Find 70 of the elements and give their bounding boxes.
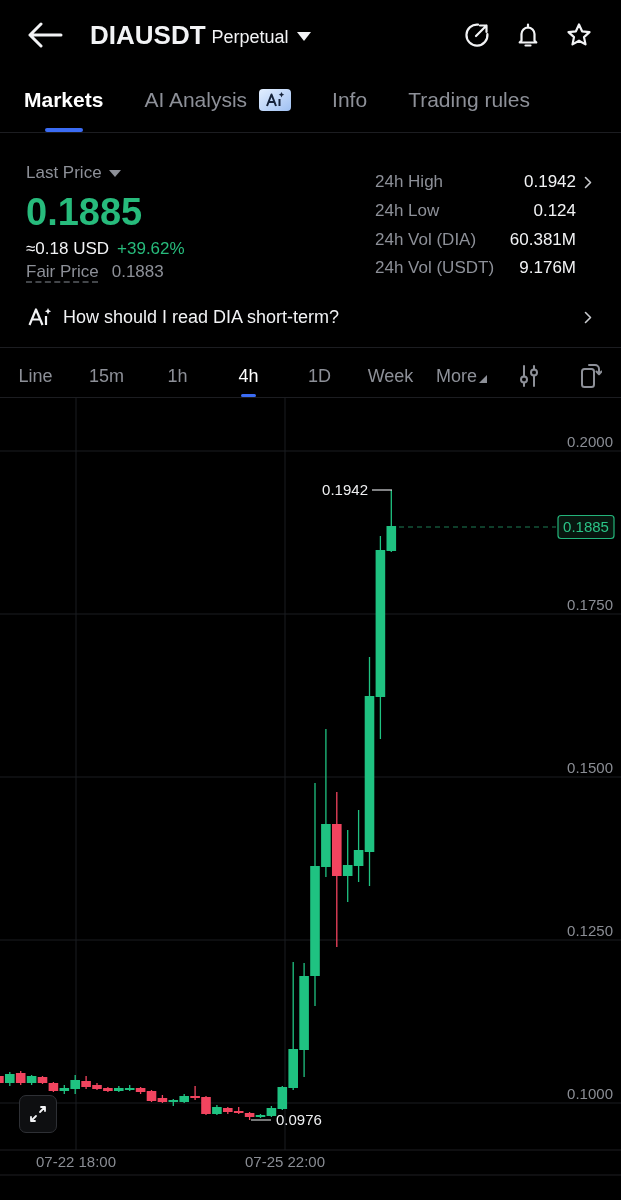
stat-label: 24h Low — [375, 201, 440, 222]
chevron-right-icon — [584, 310, 592, 324]
caret-down-icon — [296, 32, 311, 41]
fair-price-label[interactable]: Fair Price — [26, 261, 99, 283]
expand-button[interactable] — [19, 1095, 57, 1133]
stat-value: 0.1942 — [524, 172, 576, 193]
falling-candle — [0, 1076, 4, 1083]
interval-tab[interactable]: 1h — [167, 364, 188, 388]
rising-candle — [5, 1071, 15, 1087]
share-icon[interactable] — [464, 22, 490, 48]
low-price-label: 0.0976 — [276, 1111, 322, 1128]
time-axis-label: 07-25 22:00 — [244, 1153, 326, 1170]
expand-icon — [28, 1104, 48, 1124]
rising-candle — [179, 1093, 189, 1104]
tab[interactable]: Info — [332, 87, 368, 113]
stat-value: 60.381M — [509, 229, 576, 250]
interval-tab[interactable]: Week — [367, 364, 414, 388]
ai-prompt-button[interactable]: How should I read DIA short-term? — [26, 295, 592, 339]
falling-candle — [15, 1070, 26, 1086]
price-axis-label: 0.1000 — [567, 1085, 613, 1102]
chevron-right-icon[interactable] — [584, 175, 592, 189]
interval-indicator — [241, 394, 256, 397]
falling-candle — [233, 1106, 244, 1115]
time-axis-label: 07-22 18:00 — [35, 1153, 117, 1170]
ai-sparkle-icon — [28, 307, 52, 327]
interval-tab[interactable]: 4h — [238, 364, 259, 388]
low-price-leader — [250, 1119, 272, 1121]
price-axis-label: 0.1500 — [567, 759, 613, 776]
tab[interactable]: Markets — [24, 87, 104, 113]
high-price-label: 0.1942 — [322, 481, 368, 498]
price-axis-label: 0.2000 — [567, 433, 613, 450]
stat-label: 24h Vol (DIA) — [375, 229, 477, 250]
price-axis-label: 0.1750 — [567, 596, 613, 613]
contract-type-dropdown[interactable]: Perpetual — [211, 25, 311, 48]
phone-rotate-icon[interactable] — [580, 363, 602, 389]
sliders-icon[interactable] — [518, 364, 540, 388]
stat-label: 24h Vol (USDT) — [375, 258, 495, 279]
falling-candle — [223, 1106, 233, 1115]
star-icon[interactable] — [566, 22, 592, 48]
fair-price-value: 0.1883 — [111, 261, 164, 283]
back-icon[interactable] — [27, 22, 63, 48]
tab-indicator — [44, 128, 83, 132]
rising-candle — [168, 1098, 179, 1107]
last-price-tag: 0.1885 — [557, 514, 615, 540]
interval-tab[interactable]: 1D — [308, 364, 331, 388]
price-type-dropdown[interactable]: Last Price — [26, 162, 121, 184]
falling-candle — [157, 1094, 168, 1104]
interval-tab[interactable]: More — [436, 364, 487, 388]
interval-tab[interactable]: Line — [18, 364, 53, 388]
pair-symbol: DIAUSDT — [90, 20, 206, 50]
stat-label: 24h High — [375, 172, 444, 193]
falling-candle — [48, 1081, 59, 1093]
price-axis-label: 0.1250 — [567, 922, 613, 939]
caret-down-icon — [108, 169, 121, 177]
stat-value: 9.176M — [519, 258, 576, 279]
high-price-leader — [371, 489, 393, 491]
interval-tab[interactable]: 15m — [89, 364, 124, 388]
falling-candle — [201, 1095, 211, 1116]
price-change: +39.62% — [117, 238, 185, 260]
stat-value: 0.124 — [533, 201, 576, 222]
tab[interactable]: AI Analysis — [144, 87, 292, 113]
falling-candle — [190, 1085, 200, 1101]
falling-candle — [37, 1075, 48, 1085]
falling-candle — [244, 1111, 255, 1121]
rising-candle — [26, 1074, 37, 1086]
dropdown-corner-icon — [479, 375, 487, 383]
rising-candle — [212, 1104, 222, 1116]
last-price: 0.1885 — [26, 192, 143, 232]
tab[interactable]: Trading rules — [408, 87, 530, 113]
usd-price: ≈0.18 USD — [26, 238, 110, 260]
